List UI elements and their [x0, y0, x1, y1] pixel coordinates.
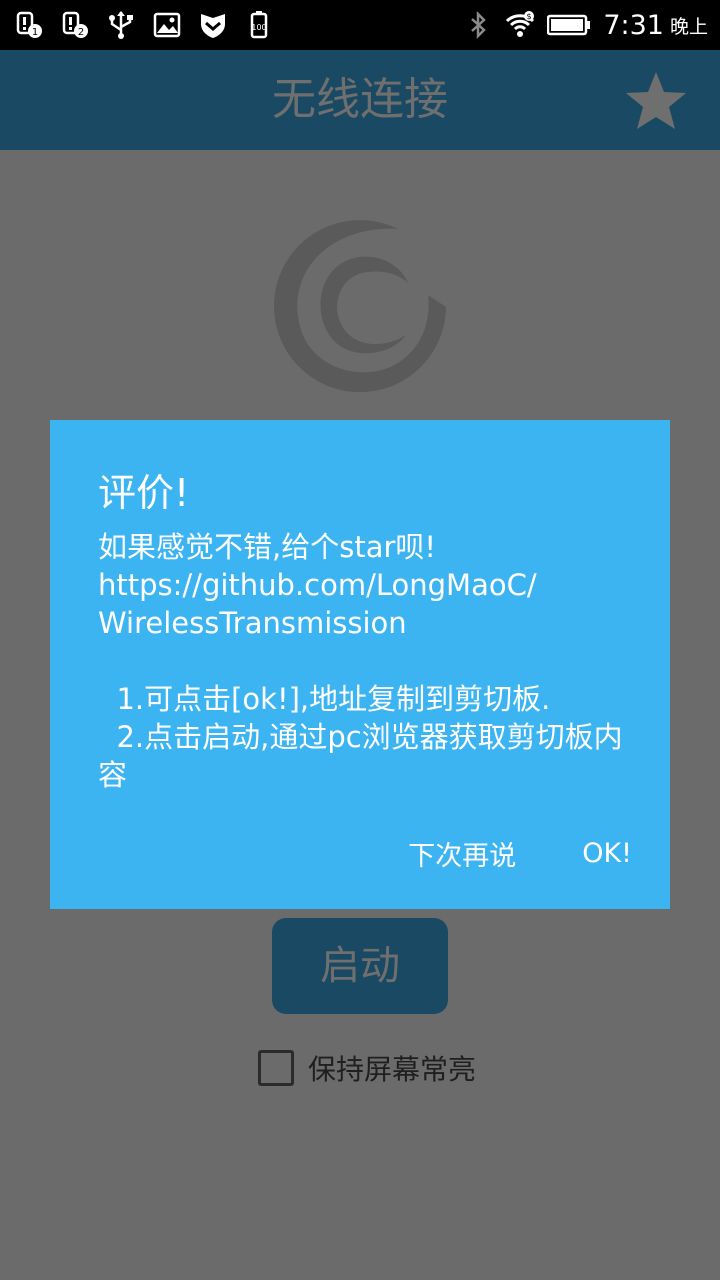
- status-bar: 1 2 100 $ 7:31 晚上: [0, 0, 720, 50]
- svg-text:2: 2: [78, 27, 84, 38]
- shield-icon: [198, 10, 228, 40]
- dialog-title: 评价!: [98, 471, 190, 515]
- star-icon: [626, 72, 686, 129]
- keep-screen-on-label: 保持屏幕常亮: [308, 1053, 477, 1086]
- status-ampm: 晚上: [669, 15, 708, 38]
- status-icons-left: 1 2 100: [14, 10, 274, 40]
- svg-text:1: 1: [32, 27, 38, 38]
- swirl-logo-icon: [274, 220, 446, 393]
- image-icon: [152, 10, 182, 40]
- dialog-actions: 下次再说 OK!: [408, 834, 632, 873]
- battery-card-icon: 100: [244, 10, 274, 40]
- page-title: 无线连接: [272, 74, 448, 125]
- battery-icon: [547, 10, 591, 40]
- star-button[interactable]: [622, 68, 690, 136]
- ok-button[interactable]: OK!: [582, 834, 632, 873]
- bluetooth-icon: [463, 10, 493, 40]
- svg-text:100: 100: [251, 23, 266, 32]
- keep-screen-on-row[interactable]: 保持屏幕常亮: [258, 1048, 476, 1088]
- keep-screen-on-checkbox[interactable]: [258, 1050, 294, 1086]
- status-icons-right: $ 7:31 晚上: [463, 10, 708, 41]
- svg-text:$: $: [527, 12, 532, 21]
- status-clock: 7:31: [603, 9, 664, 41]
- usb-icon: [106, 10, 136, 40]
- rating-dialog: 评价! 如果感觉不错,给个star呗! https://github.com/L…: [50, 420, 670, 909]
- sim2-alert-icon: 2: [60, 10, 90, 40]
- app-screen: 1 2 100 $ 7:31 晚上 无线连接 启动 保持屏幕常亮 评价! 如果感…: [0, 0, 720, 1280]
- sim1-alert-icon: 1: [14, 10, 44, 40]
- wifi-icon: $: [505, 10, 535, 40]
- later-button[interactable]: 下次再说: [408, 834, 516, 873]
- dialog-message: 如果感觉不错,给个star呗! https://github.com/LongM…: [98, 530, 623, 792]
- start-button[interactable]: 启动: [272, 918, 448, 1014]
- app-logo: [268, 215, 452, 399]
- app-title-bar: 无线连接: [0, 50, 720, 150]
